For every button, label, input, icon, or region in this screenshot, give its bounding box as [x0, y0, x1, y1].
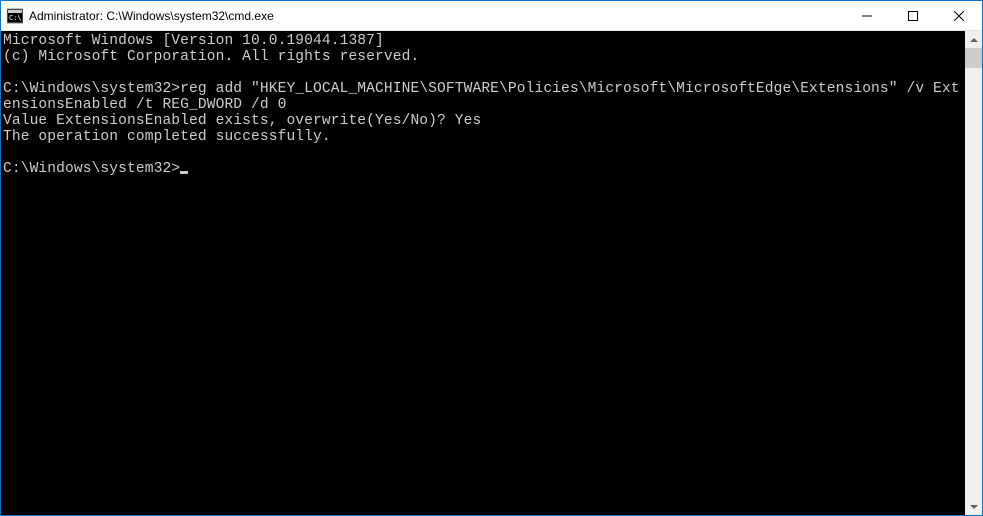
titlebar[interactable]: C:\ Administrator: C:\Windows\system32\c…: [1, 1, 982, 31]
scroll-down-arrow[interactable]: [965, 498, 982, 515]
window-controls: [844, 1, 982, 30]
version-line: Microsoft Windows [Version 10.0.19044.13…: [3, 33, 384, 49]
copyright-line: (c) Microsoft Corporation. All rights re…: [3, 49, 419, 65]
vertical-scrollbar[interactable]: [965, 31, 982, 515]
scroll-thumb[interactable]: [965, 48, 982, 68]
prompt: C:\Windows\system32>: [3, 81, 180, 97]
cursor: [180, 171, 188, 174]
minimize-button[interactable]: [844, 1, 890, 30]
scroll-track[interactable]: [965, 48, 982, 498]
svg-text:C:\: C:\: [9, 14, 22, 22]
prompt: C:\Windows\system32>: [3, 161, 180, 177]
response-line: Value ExtensionsEnabled exists, overwrit…: [3, 113, 481, 129]
console-output[interactable]: Microsoft Windows [Version 10.0.19044.13…: [1, 31, 965, 515]
scroll-up-arrow[interactable]: [965, 31, 982, 48]
close-button[interactable]: [936, 1, 982, 30]
command-prompt-window: C:\ Administrator: C:\Windows\system32\c…: [1, 1, 982, 515]
window-title: Administrator: C:\Windows\system32\cmd.e…: [29, 9, 844, 23]
maximize-button[interactable]: [890, 1, 936, 30]
console-area: Microsoft Windows [Version 10.0.19044.13…: [1, 31, 982, 515]
cmd-icon: C:\: [7, 8, 23, 24]
success-line: The operation completed successfully.: [3, 129, 331, 145]
